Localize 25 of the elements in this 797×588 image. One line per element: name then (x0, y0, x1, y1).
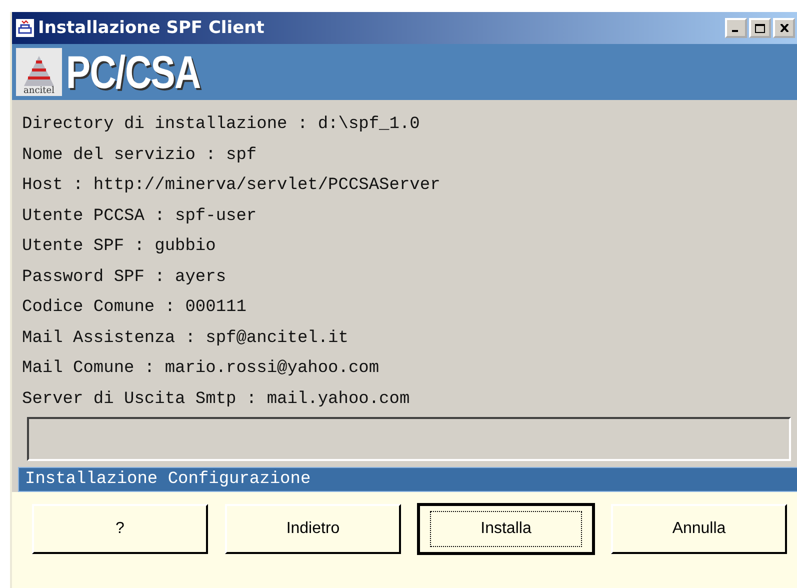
info-line: Mail Assistenza : spf@ancitel.it (21, 328, 350, 350)
maximize-icon (755, 24, 765, 32)
info-line: Utente PCCSA : spf-user (21, 206, 258, 228)
info-line: Mail Comune : mario.rossi@yahoo.com (21, 358, 380, 380)
close-icon (780, 24, 788, 32)
info-line: Host : http://minerva/servlet/PCCSAServer (21, 175, 442, 197)
dialog-button[interactable]: Annulla (611, 504, 787, 554)
app-icon (16, 19, 34, 37)
dialog-button[interactable]: Indietro (225, 504, 401, 554)
window-title: Installazione SPF Client (38, 18, 266, 38)
dialog-button[interactable]: Installa (418, 504, 594, 554)
close-button[interactable] (773, 18, 795, 38)
maximize-button[interactable] (749, 18, 771, 38)
info-line: Server di Uscita Smtp : mail.yahoo.com (21, 388, 411, 410)
logo-text: ancitel (24, 86, 54, 96)
status-bar: Installazione Configurazione (18, 467, 797, 492)
info-line: Directory di installazione : d:\spf_1.0 (21, 114, 421, 136)
banner-title: PC/CSA (66, 45, 200, 99)
info-line: Nome del servizio : spf (21, 144, 258, 166)
info-line: Password SPF : ayers (21, 266, 228, 288)
info-line: Codice Comune : 000111 (21, 297, 248, 319)
pyramid-icon (22, 54, 56, 86)
minimize-button[interactable] (725, 18, 747, 38)
dialog-button[interactable]: ? (32, 504, 208, 554)
info-line: Utente SPF : gubbio (21, 236, 217, 258)
